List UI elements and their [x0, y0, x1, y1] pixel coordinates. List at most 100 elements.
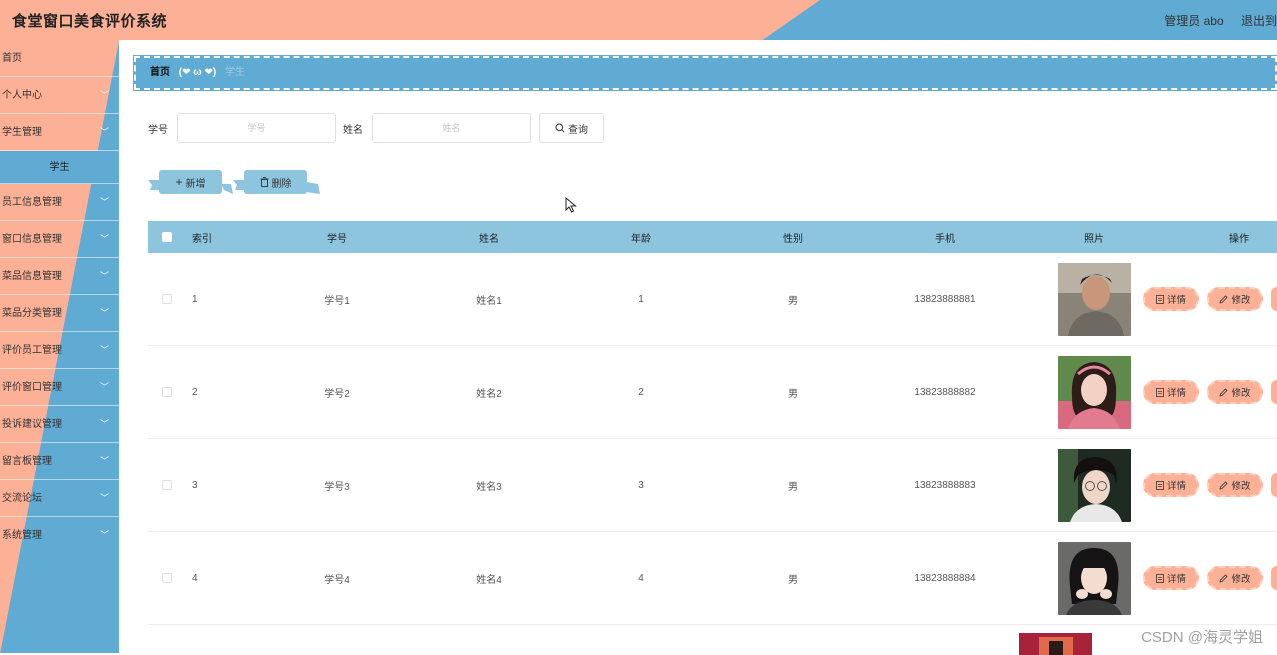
cell-index: 4 — [192, 572, 198, 584]
delete-row-button-partial[interactable] — [1271, 380, 1277, 404]
pencil-icon — [1219, 294, 1229, 304]
admin-user-label: 管理员 abo — [1164, 14, 1224, 28]
detail-button[interactable]: 详情 — [1143, 566, 1199, 590]
sidebar-item-label: 学生管理 — [2, 127, 42, 138]
col-header-operation: 操作 — [1229, 233, 1249, 245]
col-header-age: 年龄 — [631, 233, 651, 245]
cell-name: 姓名4 — [476, 574, 502, 586]
cell-sex: 男 — [788, 295, 798, 307]
cell-sex: 男 — [788, 574, 798, 586]
pencil-icon — [1219, 573, 1229, 583]
col-header-name: 姓名 — [479, 233, 499, 245]
edit-button[interactable]: 修改 — [1207, 566, 1263, 590]
sidebar-item-complaints[interactable]: 投诉建议管理 ﹀ — [0, 406, 119, 443]
edit-button[interactable]: 修改 — [1207, 380, 1263, 404]
add-button-label: 新增 — [185, 178, 206, 190]
col-header-phone: 手机 — [935, 233, 955, 245]
detail-button-label: 详情 — [1166, 388, 1186, 399]
col-header-photo: 照片 — [1084, 233, 1104, 245]
plus-icon: + — [175, 175, 183, 189]
row-checkbox[interactable] — [161, 480, 172, 490]
trash-icon — [260, 177, 268, 187]
student-photo — [1057, 355, 1131, 429]
detail-button[interactable]: 详情 — [1143, 380, 1199, 404]
query-button-label: 查询 — [568, 124, 588, 136]
sidebar-item-system[interactable]: 系统管理 ﹀ — [0, 517, 119, 554]
delete-button-label: 删除 — [271, 178, 292, 190]
sidebar-item-rate-staff[interactable]: 评价员工管理 ﹀ — [0, 332, 119, 369]
add-button[interactable]: + 新增 — [159, 170, 222, 194]
sidebar-item-label: 菜品分类管理 — [2, 308, 62, 319]
sidebar-item-label: 评价员工管理 — [2, 345, 62, 356]
chevron-down-icon: ﹀ — [99, 308, 109, 318]
sidebar-item-staff-info[interactable]: 员工信息管理 ﹀ — [0, 184, 119, 221]
sidebar-item-personal-center[interactable]: 个人中心 ﹀ — [0, 77, 119, 114]
cell-phone: 13823888882 — [914, 386, 976, 398]
col-header-sex: 性别 — [783, 233, 803, 245]
sidebar-item-label: 系统管理 — [2, 530, 42, 541]
delete-row-button-partial[interactable] — [1271, 473, 1277, 497]
cell-number: 学号3 — [324, 481, 350, 493]
table-header: 索引 学号 姓名 年龄 性别 手机 照片 操作 — [148, 221, 1277, 253]
row-checkbox[interactable] — [161, 294, 172, 304]
col-header-index: 索引 — [192, 233, 212, 245]
sidebar-item-home[interactable]: 首页 — [0, 40, 119, 77]
delete-row-button-partial[interactable] — [1271, 287, 1277, 311]
detail-button-label: 详情 — [1166, 481, 1186, 492]
student-photo — [1057, 541, 1131, 615]
document-icon — [1156, 480, 1164, 490]
edit-button[interactable]: 修改 — [1207, 473, 1263, 497]
cell-number: 学号4 — [324, 574, 350, 586]
pencil-icon — [1219, 480, 1229, 490]
sidebar-item-rate-window[interactable]: 评价窗口管理 ﹀ — [0, 369, 119, 406]
delete-row-button-partial[interactable] — [1271, 566, 1277, 590]
document-icon — [1156, 387, 1164, 397]
sidebar-item-dish-category[interactable]: 菜品分类管理 ﹀ — [0, 295, 119, 332]
chevron-down-icon: ﹀ — [99, 271, 109, 281]
delete-button[interactable]: 删除 — [244, 170, 307, 194]
document-icon — [1156, 573, 1164, 583]
table-row: 3 学号3 姓名3 3 男 13823888883 详情 修改 — [148, 439, 1277, 532]
cell-age: 4 — [638, 572, 644, 584]
cell-index: 2 — [192, 386, 198, 398]
sidebar-item-message-board[interactable]: 留言板管理 ﹀ — [0, 443, 119, 480]
student-number-input[interactable]: 学号 — [177, 113, 336, 143]
watermark: CSDN @海灵学姐 — [1141, 629, 1263, 646]
breadcrumb-home[interactable]: 首页 — [150, 67, 170, 78]
student-table: 索引 学号 姓名 年龄 性别 手机 照片 操作 1 学号1 姓名1 1 男 13… — [148, 221, 1277, 655]
sidebar-subitem-student[interactable]: 学生 — [0, 151, 119, 184]
row-checkbox[interactable] — [161, 387, 172, 397]
logout-link[interactable]: 退出到前 — [1241, 14, 1277, 28]
row-checkbox[interactable] — [161, 573, 172, 583]
edit-button-label: 修改 — [1231, 388, 1251, 399]
sidebar-item-label: 员工信息管理 — [2, 197, 62, 208]
chevron-down-icon: ﹀ — [99, 197, 109, 207]
chevron-down-icon: ﹀ — [99, 419, 109, 429]
cell-index: 1 — [192, 293, 198, 305]
table-row: 2 学号2 姓名2 2 男 13823888882 详情 修改 — [148, 346, 1277, 439]
cell-name: 姓名1 — [476, 295, 502, 307]
detail-button[interactable]: 详情 — [1143, 287, 1199, 311]
select-all-checkbox[interactable] — [161, 232, 172, 242]
breadcrumb-current: 学生 — [224, 67, 245, 78]
sidebar-item-label: 评价窗口管理 — [2, 382, 62, 393]
student-name-input[interactable]: 姓名 — [372, 113, 531, 143]
detail-button[interactable]: 详情 — [1143, 473, 1199, 497]
header-user-area: 管理员 abo 退出到前 — [1150, 12, 1277, 29]
cell-name: 姓名3 — [476, 481, 502, 493]
sidebar-item-dish-info[interactable]: 菜品信息管理 ﹀ — [0, 258, 119, 295]
sidebar-item-label: 个人中心 — [2, 90, 42, 101]
sidebar-item-forum[interactable]: 交流论坛 ﹀ — [0, 480, 119, 517]
sidebar-item-label: 菜品信息管理 — [2, 271, 62, 282]
sidebar-item-student-management[interactable]: 学生管理 ﹀ — [0, 114, 119, 151]
edit-button-label: 修改 — [1231, 481, 1251, 492]
mouse-cursor-icon — [565, 197, 577, 213]
edit-button-label: 修改 — [1231, 574, 1251, 585]
query-button[interactable]: 查询 — [539, 113, 604, 143]
search-bar: 学号 学号 姓名 姓名 查询 — [148, 113, 604, 143]
table-row-partial — [148, 625, 1277, 655]
sidebar-item-window-info[interactable]: 窗口信息管理 ﹀ — [0, 221, 119, 258]
edit-button[interactable]: 修改 — [1207, 287, 1263, 311]
chevron-down-icon: ﹀ — [99, 234, 109, 244]
chevron-down-icon: ﹀ — [99, 90, 109, 100]
